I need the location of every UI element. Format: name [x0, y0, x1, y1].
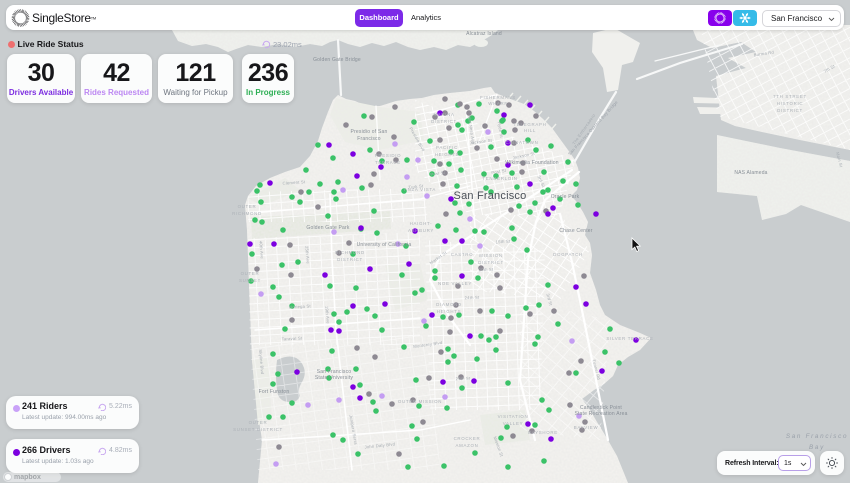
svg-text:WHARF: WHARF: [488, 101, 508, 106]
svg-text:HISTORIC: HISTORIC: [777, 101, 804, 106]
svg-text:HEIGHTS: HEIGHTS: [437, 309, 461, 314]
svg-text:CASTRO: CASTRO: [451, 252, 474, 257]
svg-text:HAIGHT-: HAIGHT-: [410, 221, 433, 226]
svg-text:CROCKER: CROCKER: [454, 436, 481, 441]
svg-text:DIAMOND: DIAMOND: [436, 302, 462, 307]
svg-text:SILVER TERRACE: SILVER TERRACE: [606, 336, 653, 341]
svg-text:DISTRICT: DISTRICT: [777, 108, 803, 113]
svg-text:DISTRICT: DISTRICT: [431, 119, 457, 124]
svg-text:RICHMOND: RICHMOND: [335, 250, 365, 255]
svg-text:TERRACE: TERRACE: [375, 160, 401, 165]
svg-text:OUTER MISSION: OUTER MISSION: [398, 399, 442, 404]
svg-text:OUTER: OUTER: [238, 204, 257, 209]
svg-text:PRESIDIO: PRESIDIO: [375, 153, 402, 158]
svg-text:7TH STREET: 7TH STREET: [773, 94, 807, 99]
svg-text:MARINA: MARINA: [433, 112, 454, 117]
svg-text:San Francisco: San Francisco: [786, 433, 848, 440]
svg-text:15th St: 15th St: [495, 239, 511, 245]
svg-text:Chase Center: Chase Center: [559, 228, 592, 234]
svg-text:PACIFIC: PACIFIC: [436, 145, 458, 150]
svg-text:San Francisco: San Francisco: [454, 190, 527, 202]
svg-text:VISITATION: VISITATION: [498, 414, 529, 419]
svg-text:VALLEY: VALLEY: [503, 421, 523, 426]
svg-text:Presidio of San: Presidio of San: [351, 129, 388, 135]
svg-text:TELEGRAPH: TELEGRAPH: [514, 122, 547, 127]
svg-text:OUTER: OUTER: [249, 420, 268, 425]
svg-text:SUNSET DISTRICT: SUNSET DISTRICT: [233, 427, 283, 432]
svg-text:HEIGHTS: HEIGHTS: [435, 152, 459, 157]
svg-text:29th St: 29th St: [456, 376, 471, 382]
svg-text:University of California: University of California: [357, 242, 412, 248]
svg-text:Oracle Park: Oracle Park: [551, 194, 580, 200]
svg-text:Golden Gate Bridge: Golden Gate Bridge: [313, 57, 361, 63]
svg-text:ASHBURY: ASHBURY: [408, 228, 434, 233]
svg-text:State University: State University: [315, 375, 354, 381]
svg-text:CHINATOWN: CHINATOWN: [506, 140, 539, 145]
svg-text:OUTER: OUTER: [241, 271, 260, 276]
svg-text:DISTRICT: DISTRICT: [337, 257, 363, 262]
svg-text:Wikimedia Foundation: Wikimedia Foundation: [505, 160, 558, 166]
svg-text:DOGPATCH: DOGPATCH: [553, 252, 583, 257]
svg-text:NAS Alameda: NAS Alameda: [734, 170, 767, 176]
svg-text:Francisco: Francisco: [357, 136, 380, 142]
svg-text:MISSION: MISSION: [479, 253, 502, 258]
svg-text:DISTRICT: DISTRICT: [478, 260, 504, 265]
svg-text:SUNSET: SUNSET: [239, 278, 261, 283]
svg-text:BAYSHORE: BAYSHORE: [528, 430, 558, 435]
svg-text:Fort Funston: Fort Funston: [259, 389, 290, 395]
svg-text:RICHMOND: RICHMOND: [232, 211, 262, 216]
svg-text:BAYVIEW: BAYVIEW: [574, 425, 599, 430]
svg-text:Bay: Bay: [809, 444, 825, 451]
svg-text:Golden Gate Park: Golden Gate Park: [306, 225, 350, 231]
svg-text:State Recreation Area: State Recreation Area: [574, 411, 627, 417]
svg-text:20th St: 20th St: [479, 267, 494, 273]
svg-text:HILL: HILL: [524, 128, 536, 133]
svg-text:Alcatraz Island: Alcatraz Island: [466, 31, 502, 37]
svg-text:NOE VALLEY: NOE VALLEY: [438, 281, 472, 286]
svg-text:24th St: 24th St: [465, 295, 480, 301]
svg-text:TENDERLOIN: TENDERLOIN: [482, 176, 517, 181]
svg-text:AMAZON: AMAZON: [456, 443, 479, 448]
svg-text:FISHERMANS: FISHERMANS: [480, 95, 516, 100]
